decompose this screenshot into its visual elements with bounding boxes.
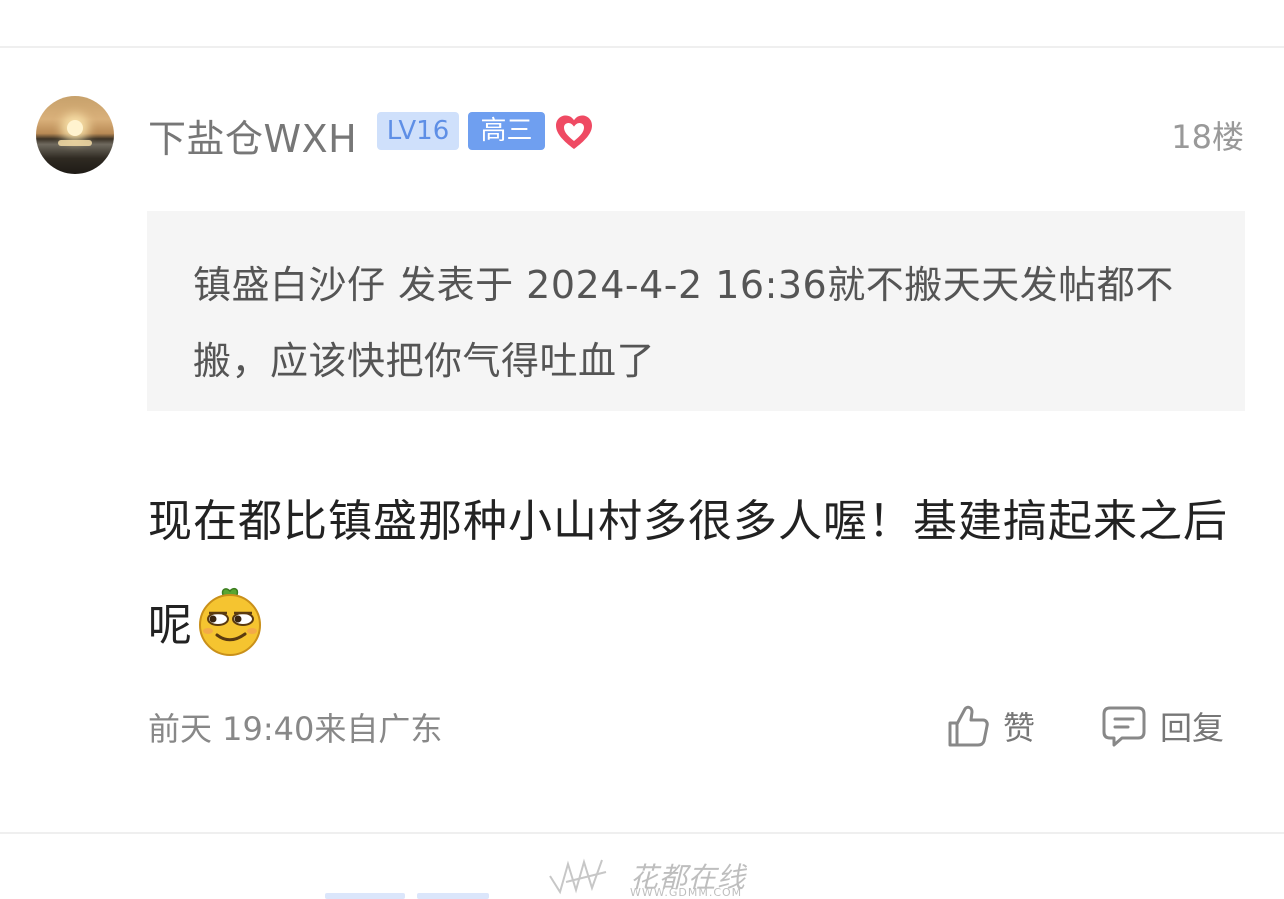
watermark-logo-icon	[549, 858, 607, 895]
reply-label: 回复	[1160, 709, 1225, 747]
avatar[interactable]	[36, 96, 114, 174]
quote-block: 镇盛白沙仔 发表于 2024-4-2 16:36就不搬天天发帖都不搬，应该快把你…	[147, 211, 1245, 411]
watermark: 花都在线 WWW.GDMM.COM	[546, 856, 746, 899]
quote-text: 镇盛白沙仔 发表于 2024-4-2 16:36就不搬天天发帖都不搬，应该快把你…	[193, 263, 1174, 383]
thumb-up-icon	[948, 705, 989, 747]
username[interactable]: 下盐仓WXH	[148, 108, 357, 163]
reply-button[interactable]: 回复	[1100, 702, 1224, 750]
next-post-badge-stub	[417, 893, 489, 899]
floor-number: 18楼	[1171, 118, 1244, 156]
top-divider	[0, 46, 1284, 48]
next-post-badge-stub	[325, 893, 405, 899]
post-meta: 前天 19:40来自广东	[148, 710, 443, 748]
bottom-divider	[0, 832, 1284, 834]
heart-icon	[556, 115, 592, 149]
watermark-url: WWW.GDMM.COM	[630, 886, 743, 899]
comment-icon	[1102, 706, 1146, 747]
post-content-text: 现在都比镇盛那种小山村多很多人喔！基建搞起来之后呢	[148, 496, 1228, 651]
like-label: 赞	[1003, 709, 1036, 747]
like-button[interactable]: 赞	[945, 702, 1035, 750]
laugh-emoji-icon	[199, 587, 261, 656]
post-content: 现在都比镇盛那种小山村多很多人喔！基建搞起来之后呢	[148, 470, 1228, 678]
level-badge: LV16	[377, 112, 459, 150]
grade-badge: 高三	[468, 112, 545, 150]
